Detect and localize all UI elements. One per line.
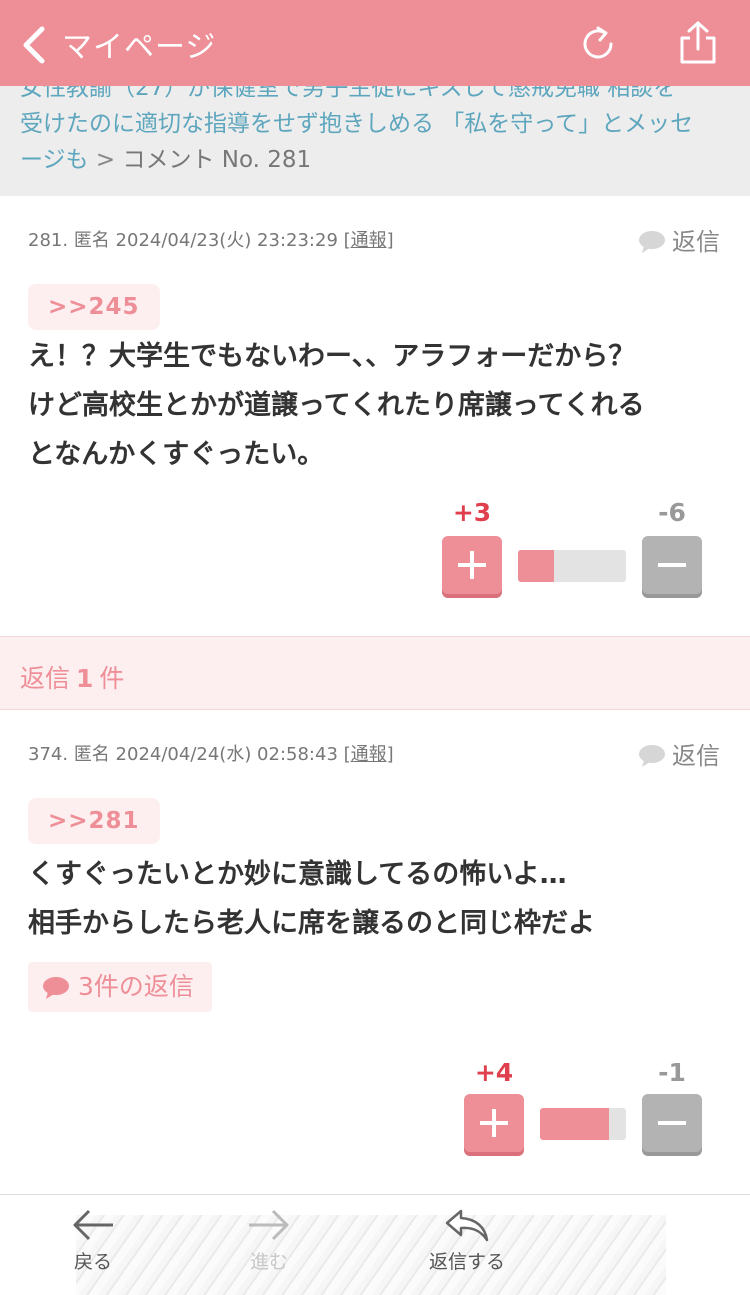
- anchor-link[interactable]: >>245: [28, 284, 160, 330]
- nav-reply-button[interactable]: 返信する: [412, 1207, 522, 1274]
- article-title-link[interactable]: 女性教諭（27）が保健室で男子生徒にキスして懲戒免職 相談を 受けたのに適切な指…: [20, 86, 732, 178]
- reply-button[interactable]: 返信: [638, 736, 720, 771]
- background-illustration: [76, 1215, 666, 1295]
- report-link[interactable]: [通報]: [344, 744, 394, 765]
- reply-arrow-icon: [445, 1209, 489, 1242]
- nav-back-button[interactable]: 戻る: [38, 1207, 148, 1274]
- comment-meta: 374. 匿名 2024/04/24(水) 02:58:43 [通報]: [28, 744, 394, 765]
- speech-bubble-icon: [639, 231, 665, 253]
- comment-374: 374. 匿名 2024/04/24(水) 02:58:43 [通報] 返信 >…: [0, 710, 750, 1194]
- report-link[interactable]: [通報]: [344, 230, 394, 251]
- arrow-right-icon: [249, 1209, 289, 1241]
- minus-icon: [658, 1121, 686, 1125]
- plus-icon: [480, 1109, 508, 1137]
- speech-bubble-icon: [43, 977, 69, 999]
- breadcrumb-current: コメント No. 281: [122, 147, 312, 173]
- vote-ratio-fill: [540, 1108, 609, 1140]
- speech-bubble-icon: [639, 745, 665, 767]
- bottom-nav: 戻る 進む 返信する: [0, 1194, 750, 1295]
- reply-count-number: 1: [76, 664, 94, 693]
- plus-button[interactable]: [442, 536, 502, 594]
- comment-281: 281. 匿名 2024/04/23(火) 23:23:29 [通報] 返信 >…: [0, 196, 750, 636]
- anchor-link[interactable]: >>281: [28, 798, 160, 844]
- reply-count-bar[interactable]: 返信 1 件: [0, 636, 750, 710]
- app-header: マイページ: [0, 0, 750, 86]
- minus-button[interactable]: [642, 1094, 702, 1152]
- thread-replies-button[interactable]: 3件の返信: [28, 962, 212, 1012]
- nav-forward-button[interactable]: 進む: [214, 1207, 324, 1274]
- breadcrumb-separator: >: [95, 147, 116, 173]
- reply-button[interactable]: 返信: [638, 222, 720, 257]
- back-to-mypage-link[interactable]: マイページ: [62, 22, 216, 66]
- share-icon[interactable]: [676, 20, 720, 66]
- minus-count: -6: [658, 498, 686, 527]
- plus-count: +4: [474, 1058, 514, 1087]
- vote-ratio-fill: [518, 550, 554, 582]
- plus-count: +3: [452, 498, 492, 527]
- plus-icon: [458, 551, 486, 579]
- comment-body: え！？大学生でもないわー、、アラフォーだから？ けど高校生とかが道譲ってくれたり…: [28, 341, 645, 470]
- minus-button[interactable]: [642, 536, 702, 594]
- vote-ratio-bar: [540, 1108, 626, 1140]
- vote-ratio-bar: [518, 550, 626, 582]
- plus-button[interactable]: [464, 1094, 524, 1152]
- minus-count: -1: [658, 1058, 686, 1087]
- comment-body: くすぐったいとか妙に意識してるの怖いよ… 相手からしたら老人に席を譲るのと同じ枠…: [28, 859, 595, 939]
- arrow-left-icon: [73, 1209, 113, 1241]
- chevron-left-icon[interactable]: [18, 26, 50, 64]
- minus-icon: [658, 563, 686, 567]
- breadcrumb: 女性教諭（27）が保健室で男子生徒にキスして懲戒免職 相談を 受けたのに適切な指…: [0, 86, 750, 196]
- refresh-icon[interactable]: [578, 24, 618, 64]
- comment-meta: 281. 匿名 2024/04/23(火) 23:23:29 [通報]: [28, 230, 394, 251]
